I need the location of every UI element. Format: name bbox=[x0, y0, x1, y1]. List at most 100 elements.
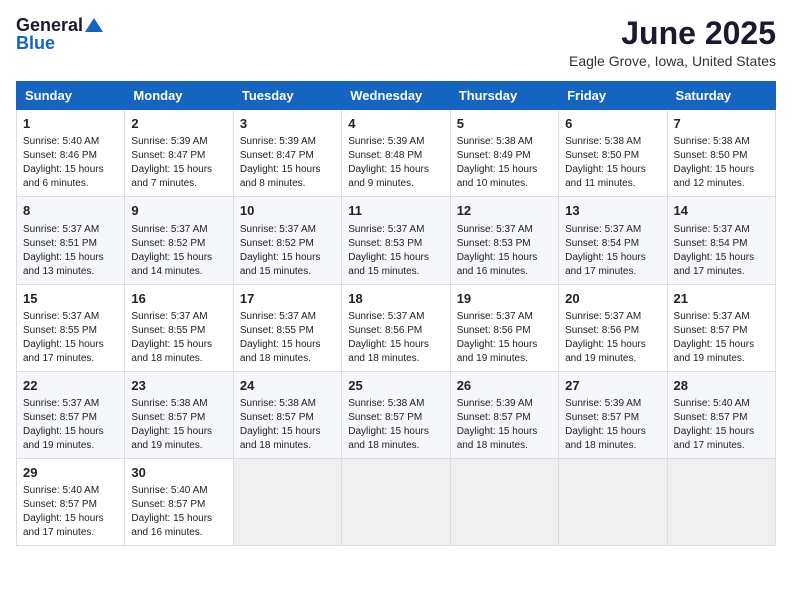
day-number: 1 bbox=[23, 115, 118, 133]
sunset-text: Sunset: 8:52 PM bbox=[131, 238, 205, 249]
sunrise-text: Sunrise: 5:38 AM bbox=[348, 398, 424, 409]
daylight-text: Daylight: 15 hours and 19 minutes. bbox=[131, 426, 212, 451]
sunrise-text: Sunrise: 5:37 AM bbox=[23, 311, 99, 322]
header-thursday: Thursday bbox=[450, 82, 558, 110]
day-number: 20 bbox=[565, 290, 660, 308]
sunrise-text: Sunrise: 5:37 AM bbox=[565, 224, 641, 235]
sunset-text: Sunset: 8:56 PM bbox=[565, 325, 639, 336]
sunrise-text: Sunrise: 5:37 AM bbox=[348, 224, 424, 235]
daylight-text: Daylight: 15 hours and 17 minutes. bbox=[674, 426, 755, 451]
page-header: General Blue June 2025 Eagle Grove, Iowa… bbox=[16, 16, 776, 69]
day-number: 7 bbox=[674, 115, 769, 133]
day-number: 13 bbox=[565, 202, 660, 220]
calendar-cell bbox=[342, 458, 450, 545]
calendar-week-row: 15Sunrise: 5:37 AMSunset: 8:55 PMDayligh… bbox=[17, 284, 776, 371]
daylight-text: Daylight: 15 hours and 18 minutes. bbox=[348, 426, 429, 451]
sunrise-text: Sunrise: 5:39 AM bbox=[240, 136, 316, 147]
sunset-text: Sunset: 8:57 PM bbox=[348, 412, 422, 423]
sunrise-text: Sunrise: 5:38 AM bbox=[674, 136, 750, 147]
logo-general-text: General bbox=[16, 16, 83, 34]
daylight-text: Daylight: 15 hours and 10 minutes. bbox=[457, 164, 538, 189]
sunset-text: Sunset: 8:55 PM bbox=[131, 325, 205, 336]
sunset-text: Sunset: 8:47 PM bbox=[131, 150, 205, 161]
sunrise-text: Sunrise: 5:40 AM bbox=[23, 485, 99, 496]
calendar-cell: 1 Sunrise: 5:40 AM Sunset: 8:46 PM Daylight… bbox=[17, 110, 125, 197]
daylight-text: Daylight: 15 hours and 17 minutes. bbox=[23, 339, 104, 364]
day-number: 17 bbox=[240, 290, 335, 308]
sunset-text: Sunset: 8:49 PM bbox=[457, 150, 531, 161]
calendar-cell: 22Sunrise: 5:37 AMSunset: 8:57 PMDayligh… bbox=[17, 371, 125, 458]
calendar-cell: 28Sunrise: 5:40 AMSunset: 8:57 PMDayligh… bbox=[667, 371, 775, 458]
calendar-cell bbox=[233, 458, 341, 545]
day-number: 22 bbox=[23, 377, 118, 395]
daylight-text: Daylight: 15 hours and 17 minutes. bbox=[674, 252, 755, 277]
daylight-text: Daylight: 15 hours and 19 minutes. bbox=[674, 339, 755, 364]
day-number: 27 bbox=[565, 377, 660, 395]
sunset-text: Sunset: 8:57 PM bbox=[457, 412, 531, 423]
calendar-cell: 18Sunrise: 5:37 AMSunset: 8:56 PMDayligh… bbox=[342, 284, 450, 371]
calendar-cell: 8Sunrise: 5:37 AMSunset: 8:51 PMDaylight… bbox=[17, 197, 125, 284]
calendar-cell: 19Sunrise: 5:37 AMSunset: 8:56 PMDayligh… bbox=[450, 284, 558, 371]
sunrise-text: Sunrise: 5:38 AM bbox=[240, 398, 316, 409]
calendar-cell: 12Sunrise: 5:37 AMSunset: 8:53 PMDayligh… bbox=[450, 197, 558, 284]
calendar-cell: 21Sunrise: 5:37 AMSunset: 8:57 PMDayligh… bbox=[667, 284, 775, 371]
day-number: 5 bbox=[457, 115, 552, 133]
day-number: 21 bbox=[674, 290, 769, 308]
calendar-cell: 2Sunrise: 5:39 AMSunset: 8:47 PMDaylight… bbox=[125, 110, 233, 197]
day-number: 3 bbox=[240, 115, 335, 133]
calendar-cell: 26Sunrise: 5:39 AMSunset: 8:57 PMDayligh… bbox=[450, 371, 558, 458]
sunrise-text: Sunrise: 5:37 AM bbox=[131, 311, 207, 322]
daylight-text: Daylight: 15 hours and 13 minutes. bbox=[23, 252, 104, 277]
calendar-table: Sunday Monday Tuesday Wednesday Thursday… bbox=[16, 81, 776, 546]
daylight-text: Daylight: 15 hours and 17 minutes. bbox=[565, 252, 646, 277]
calendar-cell: 23Sunrise: 5:38 AMSunset: 8:57 PMDayligh… bbox=[125, 371, 233, 458]
daylight-text: Daylight: 15 hours and 17 minutes. bbox=[23, 513, 104, 538]
day-number: 2 bbox=[131, 115, 226, 133]
sunset-text: Sunset: 8:57 PM bbox=[131, 412, 205, 423]
sunrise-text: Sunrise: 5:39 AM bbox=[565, 398, 641, 409]
calendar-cell: 30Sunrise: 5:40 AMSunset: 8:57 PMDayligh… bbox=[125, 458, 233, 545]
sunrise-text: Sunrise: 5:39 AM bbox=[457, 398, 533, 409]
day-number: 14 bbox=[674, 202, 769, 220]
calendar-cell: 15Sunrise: 5:37 AMSunset: 8:55 PMDayligh… bbox=[17, 284, 125, 371]
day-number: 6 bbox=[565, 115, 660, 133]
logo: General Blue bbox=[16, 16, 103, 52]
daylight-text: Daylight: 15 hours and 6 minutes. bbox=[23, 164, 104, 189]
daylight-text: Daylight: 15 hours and 16 minutes. bbox=[131, 513, 212, 538]
sunset-text: Sunset: 8:57 PM bbox=[565, 412, 639, 423]
daylight-text: Daylight: 15 hours and 11 minutes. bbox=[565, 164, 646, 189]
logo-icon bbox=[85, 16, 103, 34]
daylight-text: Daylight: 15 hours and 15 minutes. bbox=[348, 252, 429, 277]
day-number: 29 bbox=[23, 464, 118, 482]
sunset-text: Sunset: 8:53 PM bbox=[348, 238, 422, 249]
calendar-cell bbox=[559, 458, 667, 545]
daylight-text: Daylight: 15 hours and 7 minutes. bbox=[131, 164, 212, 189]
sunrise-text: Sunrise: 5:37 AM bbox=[457, 311, 533, 322]
daylight-text: Daylight: 15 hours and 8 minutes. bbox=[240, 164, 321, 189]
day-number: 4 bbox=[348, 115, 443, 133]
sunrise-text: Sunrise: 5:37 AM bbox=[457, 224, 533, 235]
calendar-cell: 14Sunrise: 5:37 AMSunset: 8:54 PMDayligh… bbox=[667, 197, 775, 284]
sunset-text: Sunset: 8:57 PM bbox=[23, 412, 97, 423]
sunrise-text: Sunrise: 5:40 AM bbox=[23, 136, 99, 147]
calendar-cell: 20Sunrise: 5:37 AMSunset: 8:56 PMDayligh… bbox=[559, 284, 667, 371]
daylight-text: Daylight: 15 hours and 18 minutes. bbox=[565, 426, 646, 451]
daylight-text: Daylight: 15 hours and 18 minutes. bbox=[457, 426, 538, 451]
daylight-text: Daylight: 15 hours and 14 minutes. bbox=[131, 252, 212, 277]
sunset-text: Sunset: 8:54 PM bbox=[565, 238, 639, 249]
logo-blue-text: Blue bbox=[16, 34, 55, 52]
sunset-text: Sunset: 8:57 PM bbox=[131, 499, 205, 510]
daylight-text: Daylight: 15 hours and 12 minutes. bbox=[674, 164, 755, 189]
daylight-text: Daylight: 15 hours and 18 minutes. bbox=[131, 339, 212, 364]
day-number: 24 bbox=[240, 377, 335, 395]
sunset-text: Sunset: 8:57 PM bbox=[23, 499, 97, 510]
sunset-text: Sunset: 8:53 PM bbox=[457, 238, 531, 249]
calendar-cell bbox=[667, 458, 775, 545]
day-number: 30 bbox=[131, 464, 226, 482]
sunset-text: Sunset: 8:46 PM bbox=[23, 150, 97, 161]
sunrise-text: Sunrise: 5:40 AM bbox=[674, 398, 750, 409]
sunset-text: Sunset: 8:57 PM bbox=[674, 412, 748, 423]
calendar-cell: 5Sunrise: 5:38 AMSunset: 8:49 PMDaylight… bbox=[450, 110, 558, 197]
daylight-text: Daylight: 15 hours and 19 minutes. bbox=[457, 339, 538, 364]
day-number: 10 bbox=[240, 202, 335, 220]
